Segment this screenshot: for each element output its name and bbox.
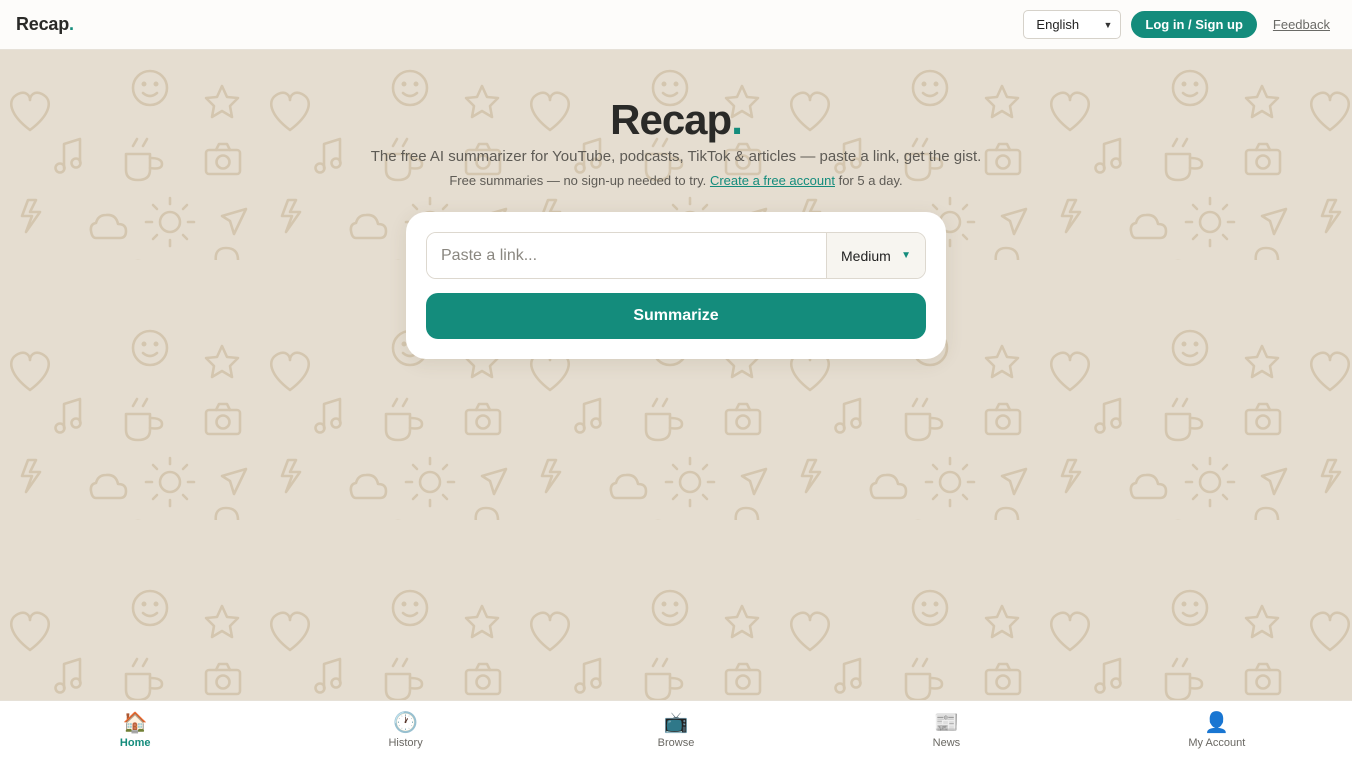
link-input[interactable] xyxy=(427,233,826,278)
bottom-nav: 🏠 Home 🕐 History 📺 Browse 📰 News 👤 My Ac… xyxy=(0,700,1352,760)
top-bar: Recap. English ▼ Log in / Sign up Feedba… xyxy=(0,0,1352,50)
hero-title-text: Recap xyxy=(610,96,732,143)
summary-length-value: Medium xyxy=(841,247,891,264)
feedback-link[interactable]: Feedback xyxy=(1273,17,1330,32)
tv-icon: 📺 xyxy=(663,712,689,734)
nav-item-label: News xyxy=(932,737,961,749)
clock-icon: 🕐 xyxy=(393,712,419,734)
link-input-row: Medium ▼ xyxy=(426,232,926,279)
nav-item-my-account[interactable]: 👤 My Account xyxy=(1082,701,1352,760)
user-icon: 👤 xyxy=(1204,712,1230,734)
nav-item-label: My Account xyxy=(1188,737,1246,749)
chevron-down-icon: ▼ xyxy=(1103,19,1113,30)
hero-note-prefix: Free summaries — no sign-up needed to tr… xyxy=(449,173,707,188)
nav-item-label: Home xyxy=(119,737,151,749)
nav-item-label: Browse xyxy=(657,737,695,749)
nav-item-label: History xyxy=(388,737,423,749)
hero-note: Free summaries — no sign-up needed to tr… xyxy=(0,172,1352,189)
nav-item-home[interactable]: 🏠 Home xyxy=(0,701,270,760)
logo[interactable]: Recap. xyxy=(16,14,74,35)
summarize-card: Medium ▼ Summarize xyxy=(406,212,946,359)
language-select-value: English xyxy=(1036,17,1080,32)
chevron-down-icon: ▼ xyxy=(901,250,911,261)
language-select[interactable]: English ▼ xyxy=(1023,10,1122,39)
nav-item-browse[interactable]: 📺 Browse xyxy=(541,701,811,760)
logo-text: Recap xyxy=(16,14,70,34)
hero-title-dot: . xyxy=(731,96,743,143)
page-title: Recap. xyxy=(0,96,1352,144)
login-signup-button[interactable]: Log in / Sign up xyxy=(1131,11,1257,38)
newspaper-icon: 📰 xyxy=(933,712,959,734)
nav-item-history[interactable]: 🕐 History xyxy=(270,701,540,760)
create-account-link[interactable]: Create a free account xyxy=(710,173,835,188)
hero-subtitle: The free AI summarizer for YouTube, podc… xyxy=(370,148,982,165)
logo-dot: . xyxy=(69,14,74,34)
hero-note-suffix: for 5 a day. xyxy=(838,173,903,188)
top-bar-actions: English ▼ Log in / Sign up Feedback xyxy=(1023,10,1336,39)
home-icon: 🏠 xyxy=(122,712,148,734)
nav-item-news[interactable]: 📰 News xyxy=(811,701,1081,760)
summarize-button[interactable]: Summarize xyxy=(426,293,926,339)
summary-length-select[interactable]: Medium ▼ xyxy=(826,233,925,278)
hero: Recap. The free AI summarizer for YouTub… xyxy=(0,96,1352,189)
